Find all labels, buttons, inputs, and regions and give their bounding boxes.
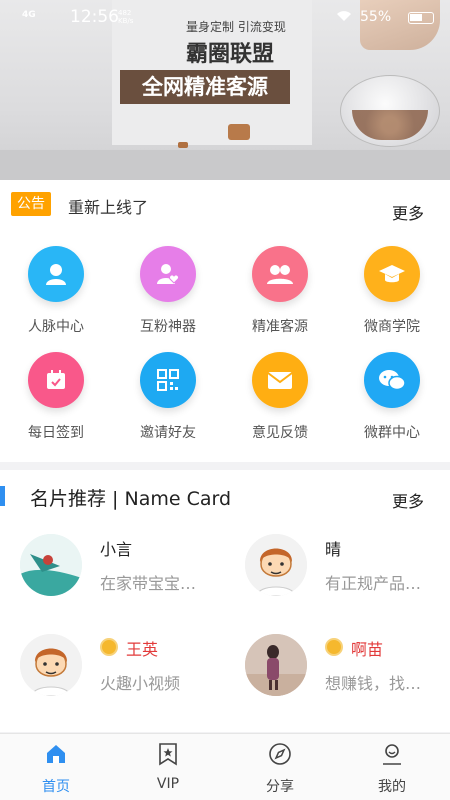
grid-item-label: 意见反馈 xyxy=(252,425,308,441)
coin-image xyxy=(178,142,188,148)
card-name: 王英 xyxy=(126,640,159,659)
network-speed-unit: KB/s xyxy=(118,17,134,25)
status-bar: 4G 12:56 482 KB/s 55% xyxy=(0,0,450,34)
vip-bookmark-icon xyxy=(159,743,177,766)
feature-grid: 人脉中心 互粉神器 精准客源 微商学院 每日签到 邀请好友 意见反馈 微群中心 xyxy=(0,230,450,462)
user-profile-icon xyxy=(383,744,401,765)
grid-item-label: 邀请好友 xyxy=(140,425,196,441)
mail-icon xyxy=(252,352,308,408)
tab-home[interactable]: 首页 xyxy=(0,734,112,800)
coin-stack-image xyxy=(228,124,250,140)
network-speed: 482 KB/s xyxy=(118,9,133,25)
avatar xyxy=(20,534,82,596)
tab-share[interactable]: 分享 xyxy=(224,734,336,800)
avatar xyxy=(245,634,307,696)
grid-item-feedback[interactable]: 意见反馈 xyxy=(224,336,336,441)
announcement-text[interactable]: 重新上线了 xyxy=(68,194,148,218)
tab-label: VIP xyxy=(156,776,180,792)
status-time: 12:56 xyxy=(70,7,119,27)
name-card[interactable]: 王英 火趣小视频 xyxy=(0,634,225,734)
tab-label: 分享 xyxy=(266,779,294,795)
tab-mine[interactable]: 我的 xyxy=(336,734,448,800)
name-card[interactable]: 小言 在家带宝宝… xyxy=(0,534,225,634)
card-name: 晴 xyxy=(325,540,342,559)
calendar-check-icon xyxy=(28,352,84,408)
grid-item-label: 每日签到 xyxy=(28,425,84,441)
card-description: 有正规产品… xyxy=(325,574,422,593)
tab-vip[interactable]: VIP xyxy=(112,734,224,800)
grid-item-label: 人脉中心 xyxy=(28,319,84,335)
battery-icon xyxy=(408,12,434,24)
grid-item-invite-friends[interactable]: 邀请好友 xyxy=(112,336,224,441)
grid-item-follow-tool[interactable]: 互粉神器 xyxy=(112,230,224,335)
grid-item-business-academy[interactable]: 微商学院 xyxy=(336,230,448,335)
section-title: 名片推荐 | Name Card xyxy=(30,488,232,510)
grid-item-label: 微群中心 xyxy=(364,425,420,441)
name-card[interactable]: 晴 有正规产品… xyxy=(225,534,450,634)
grid-item-network-center[interactable]: 人脉中心 xyxy=(0,230,112,335)
tab-label: 首页 xyxy=(42,779,70,795)
name-card[interactable]: 啊苗 想赚钱，找… xyxy=(225,634,450,734)
home-icon xyxy=(47,745,65,763)
grid-item-label: 互粉神器 xyxy=(140,319,196,335)
card-name: 小言 xyxy=(100,540,133,559)
vip-medal-icon xyxy=(325,638,343,656)
card-name: 啊苗 xyxy=(351,640,384,659)
announcement-bar[interactable]: 公告 重新上线了 更多 xyxy=(0,180,450,230)
compass-icon xyxy=(269,743,291,765)
name-card-section: 名片推荐 | Name Card 更多 小言 在家带宝宝… 晴 有正规产品… 王… xyxy=(0,470,450,732)
graduation-cap-icon xyxy=(364,246,420,302)
network-speed-value: 482 xyxy=(118,9,132,17)
announcement-badge: 公告 xyxy=(11,192,51,216)
banner-shelf xyxy=(0,150,450,180)
avatar xyxy=(20,634,82,696)
wechat-icon xyxy=(364,352,420,408)
banner-slogan: 全网精准客源 xyxy=(120,70,290,104)
section-accent-bar xyxy=(0,486,5,506)
tab-label: 我的 xyxy=(378,779,406,795)
grid-item-wechat-groups[interactable]: 微群中心 xyxy=(336,336,448,441)
card-description: 在家带宝宝… xyxy=(100,574,197,593)
banner-brand: 霸圈联盟 xyxy=(186,42,275,67)
people-icon xyxy=(252,246,308,302)
vip-medal-icon xyxy=(100,638,118,656)
wifi-icon xyxy=(336,10,352,25)
announcement-more-link[interactable]: 更多 xyxy=(392,200,424,224)
bottom-tab-bar: 首页 VIP 分享 我的 xyxy=(0,733,450,800)
grid-item-daily-checkin[interactable]: 每日签到 xyxy=(0,336,112,441)
qr-code-icon xyxy=(140,352,196,408)
person-icon xyxy=(28,246,84,302)
card-description: 想赚钱，找… xyxy=(325,674,422,693)
signal-indicator: 4G xyxy=(22,10,36,20)
grid-item-precise-leads[interactable]: 精准客源 xyxy=(224,230,336,335)
banner[interactable]: 量身定制 引流变现 霸圈联盟 全网精准客源 4G 12:56 482 KB/s … xyxy=(0,0,450,180)
card-description: 火趣小视频 xyxy=(100,674,181,693)
battery-percent: 55% xyxy=(360,9,392,25)
grid-item-label: 精准客源 xyxy=(252,319,308,335)
heart-person-icon xyxy=(140,246,196,302)
grid-item-label: 微商学院 xyxy=(364,319,420,335)
name-card-more-link[interactable]: 更多 xyxy=(392,488,424,512)
avatar xyxy=(245,534,307,596)
